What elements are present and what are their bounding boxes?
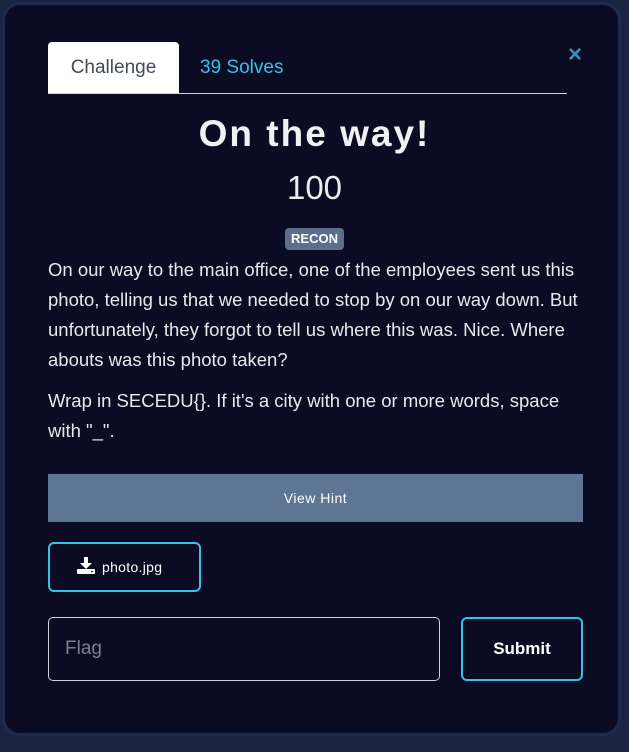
- file-download-button[interactable]: photo.jpg: [48, 542, 201, 592]
- description-paragraph: On our way to the main office, one of th…: [48, 259, 578, 370]
- challenge-title: On the way!: [198, 113, 431, 154]
- submit-button[interactable]: Submit: [461, 617, 583, 681]
- tab-challenge[interactable]: Challenge: [48, 42, 179, 93]
- close-icon[interactable]: ×: [565, 43, 585, 67]
- flag-input[interactable]: [48, 617, 440, 681]
- challenge-modal: Challenge 39 Solves × On the way! 100 RE…: [2, 2, 621, 736]
- challenge-description: On our way to the main office, one of th…: [48, 255, 578, 457]
- tab-bar: Challenge 39 Solves: [48, 42, 567, 94]
- tab-solves[interactable]: 39 Solves: [200, 42, 283, 93]
- challenge-points: 100: [286, 169, 343, 206]
- category-tag-wrapper: RECON: [5, 228, 624, 250]
- category-tag: RECON: [285, 228, 344, 250]
- view-hint-button[interactable]: View Hint: [48, 474, 583, 522]
- download-icon: [77, 557, 95, 574]
- description-paragraph: Wrap in SECEDU{}. If it's a city with on…: [48, 390, 560, 441]
- file-name: photo.jpg: [102, 559, 163, 575]
